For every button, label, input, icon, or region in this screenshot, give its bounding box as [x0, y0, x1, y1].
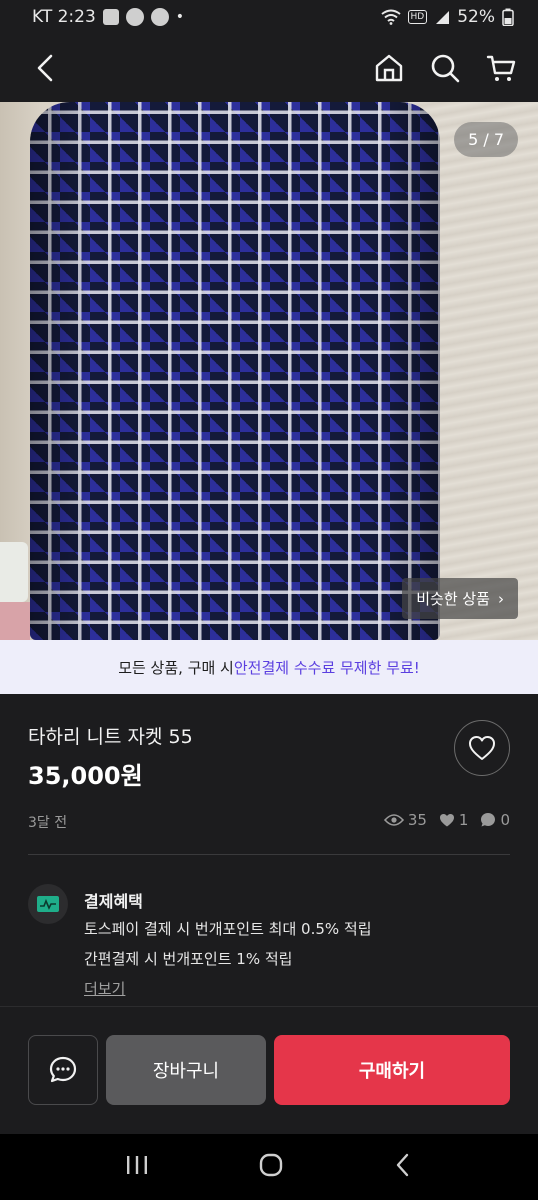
status-bar: KT 2:23 • HD 52%	[0, 0, 538, 34]
battery-icon	[502, 8, 514, 26]
battery-percent: 52%	[457, 7, 495, 27]
chat-button[interactable]	[28, 1035, 98, 1105]
background-cup	[0, 542, 28, 602]
back-chevron-icon	[397, 1153, 409, 1177]
benefit-line-1: 토스페이 결제 시 번개포인트 최대 0.5% 적립	[84, 920, 372, 938]
background-stool	[0, 602, 30, 640]
pay-card-icon	[37, 896, 59, 912]
status-right: HD 52%	[380, 7, 515, 27]
talk-icon	[125, 8, 144, 26]
home-system-button[interactable]	[258, 1152, 284, 1182]
more-link[interactable]: 더보기	[84, 978, 125, 999]
home-icon	[375, 54, 403, 82]
similar-products-label: 비슷한 상품	[416, 590, 490, 608]
top-navigation	[0, 34, 538, 102]
search-icon	[431, 54, 460, 83]
image-counter: 5 / 7	[454, 122, 518, 157]
system-navigation-bar	[0, 1134, 538, 1200]
chevron-right-icon: ›	[498, 589, 504, 608]
eye-icon	[383, 814, 404, 826]
product-title: 타하리 니트 자켓 55	[28, 726, 193, 748]
cart-button[interactable]	[484, 51, 518, 85]
home-circle-icon	[259, 1153, 283, 1177]
product-image[interactable]	[0, 102, 538, 640]
views-stat: 35	[383, 811, 427, 829]
notification-dot: •	[175, 9, 185, 25]
divider	[28, 854, 510, 855]
hd-badge: HD	[407, 10, 428, 24]
cart-icon	[486, 55, 516, 81]
back-system-button[interactable]	[393, 1152, 413, 1182]
buy-button[interactable]: 구매하기	[274, 1035, 510, 1105]
home-button[interactable]	[372, 51, 406, 85]
gallery-icon	[102, 9, 119, 25]
similar-products-button[interactable]: 비슷한 상품 ›	[402, 578, 518, 619]
bottom-action-bar: 장바구니 구매하기	[0, 1006, 538, 1134]
promo-prefix: 모든 상품, 구매 시	[118, 658, 234, 677]
signal-icon	[436, 11, 450, 24]
promo-banner[interactable]: 모든 상품, 구매 시 안전결제 수수료 무제한 무료!	[0, 640, 538, 694]
search-button[interactable]	[428, 51, 462, 85]
one-icon	[150, 8, 169, 26]
product-stats: 35 1 0	[383, 811, 510, 829]
back-button[interactable]	[28, 51, 62, 85]
jacket-shading	[30, 102, 440, 640]
carrier-time: KT 2:23	[32, 7, 96, 27]
likes-stat: 1	[439, 811, 469, 829]
product-info: 타하리 니트 자켓 55 35,000원 3달 전 35 1 0 결제혜택 토스…	[0, 694, 538, 1034]
chat-icon	[49, 1056, 77, 1083]
chats-stat: 0	[480, 811, 510, 829]
time-ago: 3달 전	[28, 815, 68, 831]
chats-count: 0	[500, 811, 510, 829]
promo-highlight: 안전결제 수수료 무제한 무료!	[233, 658, 420, 677]
benefit-line-2: 간편결제 시 번개포인트 1% 적립	[84, 950, 293, 968]
wifi-icon	[380, 9, 401, 25]
back-arrow-icon	[37, 54, 53, 82]
product-price: 35,000원	[28, 762, 143, 790]
top-right-actions	[372, 51, 518, 85]
add-to-cart-button[interactable]: 장바구니	[106, 1035, 266, 1105]
payment-benefit-icon	[28, 884, 68, 924]
status-left: KT 2:23 •	[32, 7, 184, 27]
like-button[interactable]	[454, 720, 510, 776]
heart-filled-icon	[439, 814, 454, 827]
recents-icon	[126, 1156, 147, 1174]
likes-count: 1	[458, 811, 469, 829]
chat-bubble-icon	[481, 813, 496, 827]
heart-icon	[469, 736, 495, 760]
views-count: 35	[407, 811, 427, 829]
benefit-title: 결제혜택	[84, 892, 143, 911]
recents-button[interactable]	[125, 1154, 149, 1180]
